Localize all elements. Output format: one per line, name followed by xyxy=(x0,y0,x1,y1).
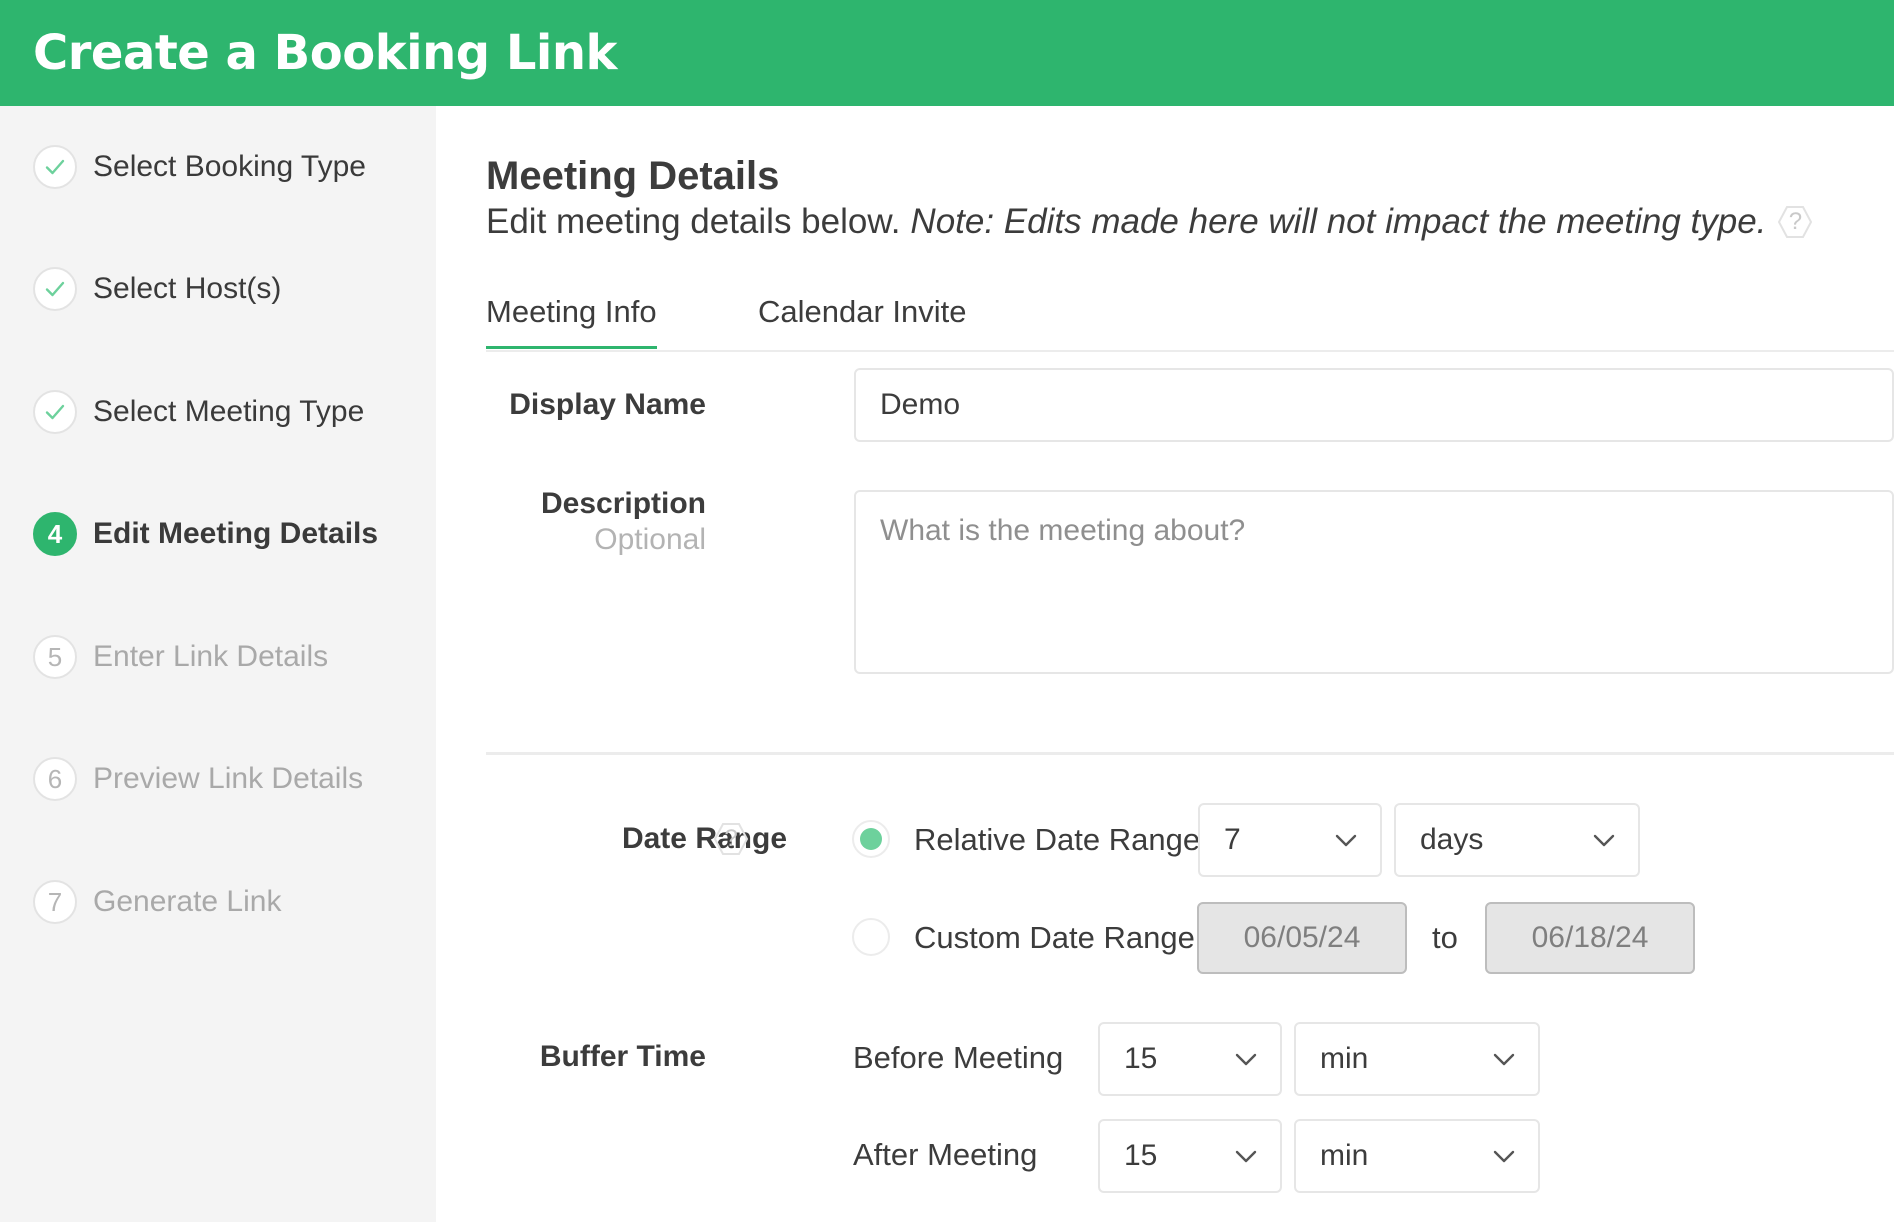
step-label: Edit Meeting Details xyxy=(93,517,379,550)
step-select-booking-type[interactable]: Select Booking Type xyxy=(33,142,366,192)
check-icon xyxy=(33,267,77,311)
step-label: Select Meeting Type xyxy=(93,395,365,428)
steps-sidebar: Select Booking Type Select Host(s) Selec… xyxy=(0,106,436,1222)
relative-date-range-radio[interactable] xyxy=(852,820,890,858)
date-range-help-icon[interactable]: ? xyxy=(714,822,748,856)
step-enter-link-details[interactable]: 5 Enter Link Details xyxy=(33,632,328,682)
relative-unit-value: days xyxy=(1420,823,1484,856)
step-label: Enter Link Details xyxy=(93,640,329,673)
before-unit-select[interactable]: min xyxy=(1294,1022,1540,1096)
date-range-label-text: Date Range xyxy=(621,822,787,855)
step-number-badge: 6 xyxy=(33,757,77,801)
chevron-down-icon xyxy=(1593,834,1615,847)
page-title: Create a Booking Link xyxy=(33,25,617,81)
buffer-time-label: Buffer Time xyxy=(539,1040,706,1073)
before-unit-value: min xyxy=(1320,1042,1369,1075)
description-textarea[interactable]: What is the meeting about? xyxy=(854,490,1894,674)
step-label: Preview Link Details xyxy=(93,762,364,795)
chevron-down-icon xyxy=(1235,1053,1257,1066)
before-amount-select[interactable]: 15 xyxy=(1098,1022,1282,1096)
help-icon-glyph: ? xyxy=(724,825,738,852)
chevron-down-icon xyxy=(1335,834,1357,847)
chevron-down-icon xyxy=(1493,1053,1515,1066)
custom-start-date-input[interactable]: 06/05/24 xyxy=(1197,902,1407,974)
custom-end-date-value: 06/18/24 xyxy=(1531,921,1649,954)
tab-meeting-info[interactable]: Meeting Info xyxy=(486,294,657,349)
before-amount-value: 15 xyxy=(1124,1042,1158,1075)
chevron-down-icon xyxy=(1235,1150,1257,1163)
step-select-meeting-type[interactable]: Select Meeting Type xyxy=(33,387,364,437)
section-subtitle: Edit meeting details below. Note: Edits … xyxy=(486,202,1813,242)
section-title: Meeting Details xyxy=(486,154,780,198)
display-name-input[interactable]: Demo xyxy=(854,368,1894,442)
description-placeholder: What is the meeting about? xyxy=(880,514,1246,547)
subtitle-note: Note: Edits made here will not impact th… xyxy=(910,202,1767,241)
help-icon[interactable]: ? xyxy=(1778,205,1813,239)
step-generate-link[interactable]: 7 Generate Link xyxy=(33,877,281,927)
chevron-down-icon xyxy=(1493,1150,1515,1163)
after-meeting-label: After Meeting xyxy=(853,1137,1038,1172)
relative-amount-select[interactable]: 7 xyxy=(1198,803,1382,877)
check-icon xyxy=(33,145,77,189)
step-select-hosts[interactable]: Select Host(s) xyxy=(33,264,281,314)
step-label: Select Booking Type xyxy=(93,150,366,183)
step-preview-link-details[interactable]: 6 Preview Link Details xyxy=(33,754,363,804)
description-label: Description Optional xyxy=(541,486,706,558)
subtitle-text: Edit meeting details below. xyxy=(486,202,901,241)
custom-date-range-label: Custom Date Range xyxy=(914,920,1195,955)
step-number-badge: 4 xyxy=(33,512,77,556)
after-amount-value: 15 xyxy=(1124,1139,1158,1172)
display-name-value: Demo xyxy=(880,388,961,421)
description-label-text: Description xyxy=(540,487,706,520)
step-number-badge: 7 xyxy=(33,880,77,924)
step-number-badge: 5 xyxy=(33,635,77,679)
step-edit-meeting-details[interactable]: 4 Edit Meeting Details xyxy=(33,509,378,559)
custom-start-date-value: 06/05/24 xyxy=(1243,921,1361,954)
display-name-label: Display Name xyxy=(509,388,706,421)
section-divider xyxy=(486,752,1894,755)
help-icon-glyph: ? xyxy=(1788,208,1803,235)
description-optional-hint: Optional xyxy=(594,523,706,556)
main-panel: Meeting Details Edit meeting details bel… xyxy=(436,106,1894,1222)
check-icon xyxy=(33,390,77,434)
relative-amount-value: 7 xyxy=(1224,823,1241,856)
custom-end-date-input[interactable]: 06/18/24 xyxy=(1485,902,1695,974)
date-range-label: Date Range xyxy=(622,822,787,856)
after-unit-select[interactable]: min xyxy=(1294,1119,1540,1193)
step-label: Generate Link xyxy=(93,885,282,918)
custom-date-range-radio[interactable] xyxy=(852,918,890,956)
relative-date-range-label: Relative Date Range xyxy=(914,822,1201,857)
before-meeting-label: Before Meeting xyxy=(853,1040,1064,1075)
tab-calendar-invite[interactable]: Calendar Invite xyxy=(758,294,967,346)
after-amount-select[interactable]: 15 xyxy=(1098,1119,1282,1193)
tab-bar: Meeting Info Calendar Invite xyxy=(486,290,1894,352)
step-label: Select Host(s) xyxy=(93,272,282,305)
radio-selected-dot xyxy=(860,828,882,850)
header-bar: Create a Booking Link xyxy=(0,0,1894,106)
date-range-to-label: to xyxy=(1432,920,1458,955)
after-unit-value: min xyxy=(1320,1139,1369,1172)
relative-unit-select[interactable]: days xyxy=(1394,803,1640,877)
